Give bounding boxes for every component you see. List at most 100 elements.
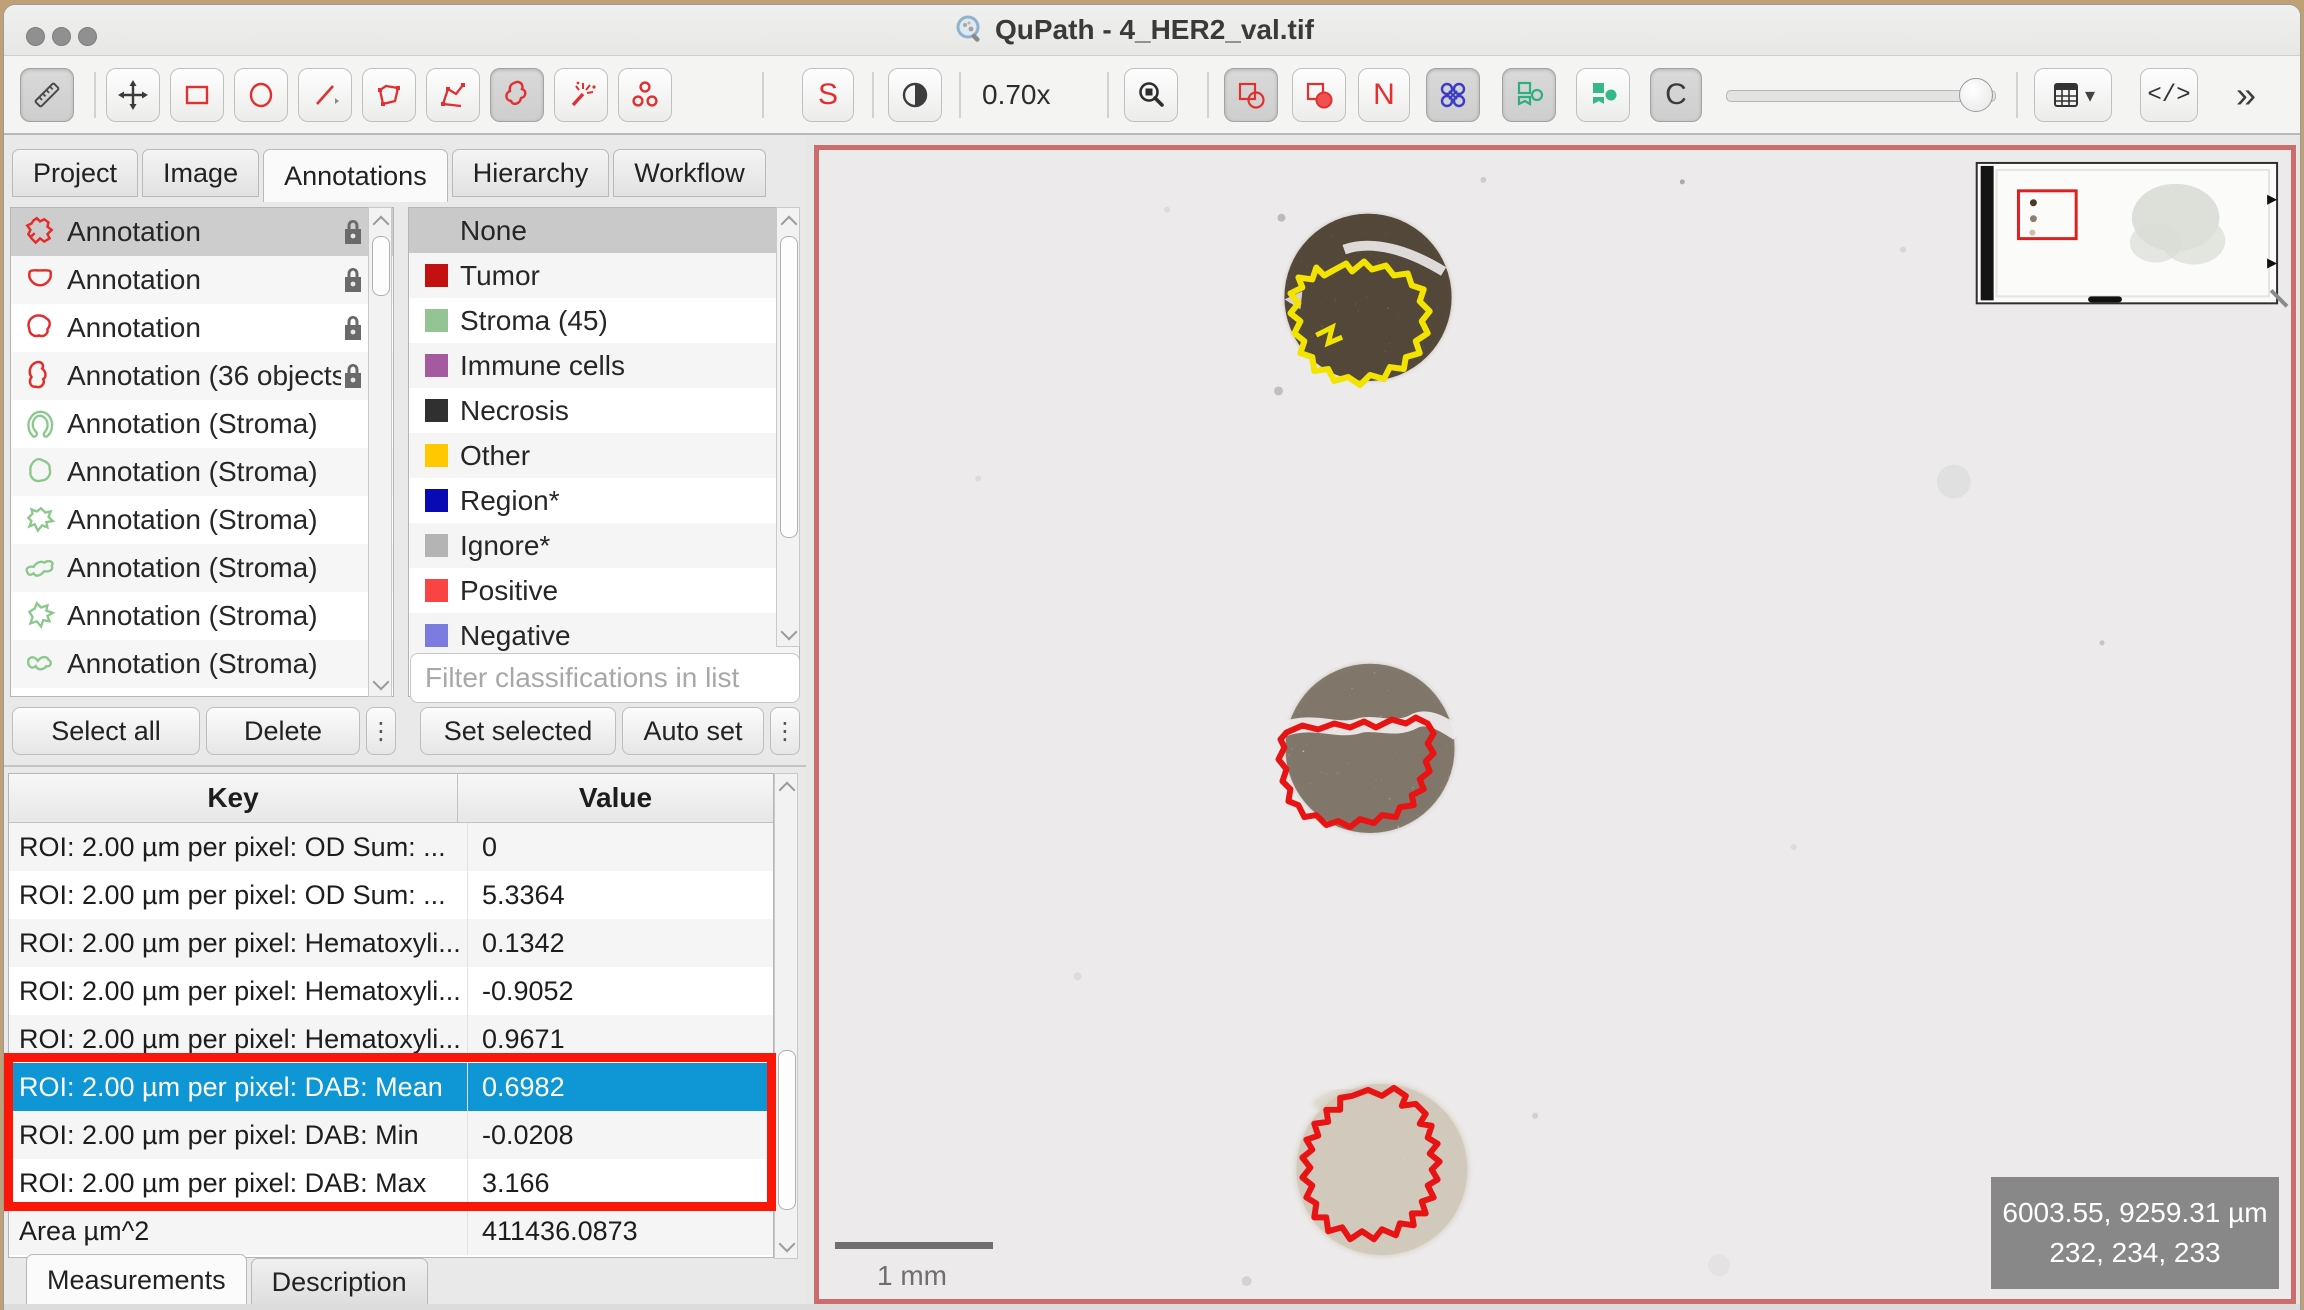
annotation-list-scrollbar[interactable] — [368, 207, 392, 697]
annotation-list-item[interactable]: Annotation (Stroma) — [11, 640, 393, 688]
move-tool-button[interactable] — [106, 68, 160, 122]
delete-button[interactable]: Delete — [206, 707, 360, 755]
rectangle-tool-button[interactable] — [170, 68, 224, 122]
window-title: QuPath - 4_HER2_val.tif — [995, 14, 1314, 46]
show-annotations-button[interactable] — [1224, 68, 1278, 122]
script-editor-button[interactable]: </> — [2140, 68, 2198, 122]
slide-overview-thumbnail[interactable] — [1977, 163, 2287, 306]
measurement-row[interactable]: ROI: 2.00 µm per pixel: Hematoxyli...0.1… — [9, 919, 773, 967]
measurement-row[interactable]: ROI: 2.00 µm per pixel: DAB: Min-0.0208 — [9, 1111, 773, 1159]
magnification-readout[interactable]: 0.70x — [982, 68, 1051, 122]
tab-image[interactable]: Image — [142, 149, 259, 197]
tab-hierarchy[interactable]: Hierarchy — [452, 149, 610, 197]
ellipse-tool-button[interactable] — [234, 68, 288, 122]
classification-item[interactable]: Negative — [409, 613, 799, 658]
zoom-to-fit-button[interactable] — [1124, 68, 1178, 122]
annotation-list[interactable]: AnnotationAnnotationAnnotationAnnotation… — [10, 207, 394, 697]
column-header-value[interactable]: Value — [458, 774, 773, 822]
minimize-window-button[interactable] — [52, 27, 71, 46]
classification-more-button[interactable]: ⋮ — [770, 707, 800, 755]
annotation-list-item[interactable]: Annotation (Stroma) — [11, 400, 393, 448]
classification-item[interactable]: Immune cells — [409, 343, 799, 388]
tma-grid-filled-button[interactable] — [1576, 68, 1630, 122]
measurements-table-scrollbar[interactable] — [774, 773, 798, 1259]
slide-viewer[interactable]: 1 mm 6003.55, 9259.31 µm 232, 234, 233 — [814, 145, 2296, 1304]
ruler-tool-button[interactable] — [20, 68, 74, 122]
annotation-list-item[interactable]: Annotation (Stroma) — [11, 592, 393, 640]
brush-tool-button[interactable] — [490, 68, 544, 122]
tab-annotations[interactable]: Annotations — [263, 149, 448, 202]
measurements-table-header[interactable]: Key Value — [9, 774, 773, 823]
zoom-to-fit-icon — [1134, 78, 1168, 112]
classification-item[interactable]: Necrosis — [409, 388, 799, 433]
measurement-row[interactable]: ROI: 2.00 µm per pixel: OD Sum: ...5.336… — [9, 871, 773, 919]
tma-core-middle[interactable] — [1279, 664, 1458, 833]
polyline-tool-button[interactable] — [426, 68, 480, 122]
select-all-button[interactable]: Select all — [12, 707, 200, 755]
measurements-table[interactable]: Key Value ROI: 2.00 µm per pixel: OD Sum… — [8, 773, 774, 1258]
tma-core-bottom[interactable] — [1294, 1082, 1469, 1257]
classification-item[interactable]: Tumor — [409, 253, 799, 298]
show-names-button[interactable]: N — [1358, 68, 1410, 122]
zoom-window-button[interactable] — [78, 27, 97, 46]
annotation-list-item[interactable]: Annotation — [11, 208, 393, 256]
measurement-row[interactable]: ROI: 2.00 µm per pixel: Hematoxyli...0.9… — [9, 1015, 773, 1063]
class-color-swatch — [425, 624, 448, 647]
annotation-shape-icon — [23, 311, 57, 345]
annotation-list-item[interactable]: Annotation — [11, 256, 393, 304]
show-detections-button[interactable] — [1426, 68, 1480, 122]
measurement-row[interactable]: Area µm^2411436.0873 — [9, 1207, 773, 1255]
tab-workflow[interactable]: Workflow — [613, 149, 766, 197]
selection-mode-button[interactable]: S — [802, 68, 854, 122]
classification-list-scrollbar[interactable] — [776, 207, 800, 647]
measurement-key: ROI: 2.00 µm per pixel: OD Sum: ... — [9, 871, 468, 919]
opacity-slider-thumb[interactable] — [1959, 78, 1993, 112]
fill-annotations-toggle-button[interactable] — [1292, 68, 1346, 122]
annotation-more-button[interactable]: ⋮ — [366, 707, 396, 755]
annotation-list-item[interactable]: Annotation (Stroma) — [11, 496, 393, 544]
measurement-table-button[interactable]: ▾ — [2034, 68, 2112, 122]
tab-project[interactable]: Project — [12, 149, 138, 197]
classification-item[interactable]: None — [409, 208, 799, 253]
points-tool-button[interactable] — [618, 68, 672, 122]
measurement-row[interactable]: ROI: 2.00 µm per pixel: DAB: Max3.166 — [9, 1159, 773, 1207]
annotation-label: Annotation (Stroma) — [67, 552, 393, 584]
annotation-list-item[interactable]: Annotation (Stroma) — [11, 448, 393, 496]
close-window-button[interactable] — [26, 27, 45, 46]
toolbar-overflow-button[interactable]: » — [2236, 68, 2256, 122]
polygon-tool-button[interactable] — [362, 68, 416, 122]
show-classes-button[interactable]: C — [1650, 68, 1702, 122]
left-panel: ProjectImageAnnotationsHierarchyWorkflow… — [4, 135, 806, 1310]
annotation-list-item[interactable]: Annotation (Stroma) — [11, 544, 393, 592]
lock-icon — [341, 314, 365, 342]
line-tool-button[interactable] — [298, 68, 352, 122]
measurement-row[interactable]: ROI: 2.00 µm per pixel: OD Sum: ...0 — [9, 823, 773, 871]
column-header-key[interactable]: Key — [9, 774, 458, 822]
bottom-tab-description[interactable]: Description — [251, 1258, 428, 1306]
annotation-list-item[interactable]: Annotation (36 objects) — [11, 352, 393, 400]
brightness-contrast-button[interactable] — [888, 68, 942, 122]
toolbar: S 0.70x N C — [4, 56, 2300, 135]
opacity-slider[interactable] — [1726, 90, 1996, 102]
measurement-row[interactable]: ROI: 2.00 µm per pixel: DAB: Mean0.6982 — [9, 1063, 773, 1111]
bottom-tab-measurements[interactable]: Measurements — [26, 1254, 247, 1306]
class-color-swatch — [425, 354, 448, 377]
slide-canvas[interactable] — [819, 150, 2291, 1299]
tma-grid-button[interactable] — [1502, 68, 1556, 122]
set-selected-button[interactable]: Set selected — [420, 707, 616, 755]
classification-item[interactable]: Positive — [409, 568, 799, 613]
classification-list[interactable]: NoneTumorStroma (45)Immune cellsNecrosis… — [408, 207, 800, 697]
filter-classifications-input[interactable] — [410, 653, 800, 703]
measurement-row[interactable]: ROI: 2.00 µm per pixel: Hematoxyli...-0.… — [9, 967, 773, 1015]
classification-item[interactable]: Stroma (45) — [409, 298, 799, 343]
tma-core-top[interactable] — [1284, 214, 1451, 385]
auto-set-button[interactable]: Auto set — [622, 707, 764, 755]
classification-item[interactable]: Ignore* — [409, 523, 799, 568]
classification-item[interactable]: Other — [409, 433, 799, 478]
classification-item[interactable]: Region* — [409, 478, 799, 523]
annotation-list-item[interactable]: Annotation — [11, 304, 393, 352]
class-label: Ignore* — [460, 530, 550, 562]
scale-bar — [835, 1242, 993, 1249]
cursor-location-rgb: 232, 234, 233 — [2049, 1233, 2220, 1273]
wand-tool-button[interactable] — [554, 68, 608, 122]
